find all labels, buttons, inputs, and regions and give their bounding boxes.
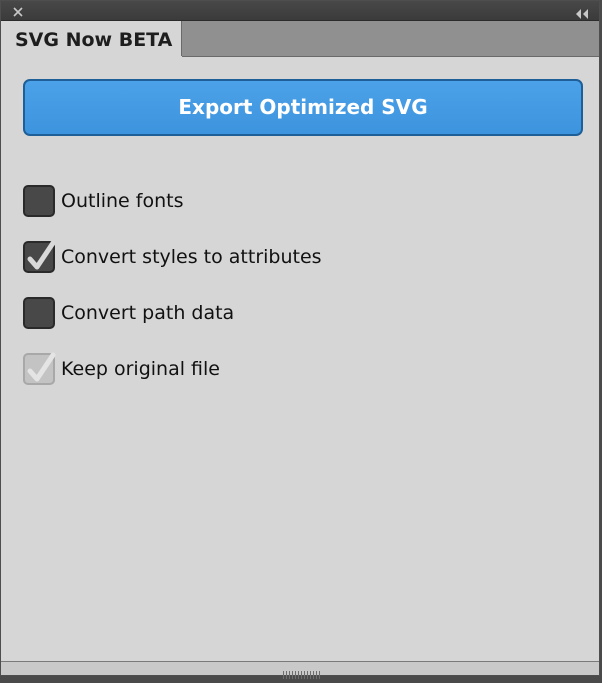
checkmark-icon: [27, 240, 56, 270]
keep-original-file-label: Keep original file: [61, 358, 220, 380]
export-optimized-svg-button[interactable]: Export Optimized SVG: [23, 79, 583, 136]
svg-now-panel: SVG Now BETA Export Optimized SVG Outlin…: [0, 0, 600, 679]
option-outline-fonts[interactable]: Outline fonts: [23, 185, 183, 217]
keep-original-file-checkbox[interactable]: [23, 352, 56, 385]
convert-styles-label: Convert styles to attributes: [61, 246, 322, 268]
convert-path-data-label: Convert path data: [61, 302, 235, 324]
tab-strip: SVG Now BETA: [1, 21, 599, 58]
outline-fonts-checkbox[interactable]: [23, 185, 55, 217]
checkmark-icon: [27, 352, 56, 382]
tab-svg-now-beta[interactable]: SVG Now BETA: [1, 21, 182, 58]
option-keep-original-file[interactable]: Keep original file: [23, 352, 220, 385]
resize-grip-icon[interactable]: [282, 664, 322, 679]
option-convert-path-data[interactable]: Convert path data: [23, 297, 234, 329]
panel-titlebar: [1, 1, 599, 21]
convert-path-data-checkbox[interactable]: [23, 297, 55, 329]
close-icon[interactable]: [11, 4, 25, 18]
double-chevron-left-icon[interactable]: [573, 5, 591, 19]
outline-fonts-label: Outline fonts: [61, 190, 184, 212]
option-convert-styles[interactable]: Convert styles to attributes: [23, 240, 322, 273]
panel-bottom-bar: [1, 661, 599, 679]
convert-styles-checkbox[interactable]: [23, 240, 56, 273]
